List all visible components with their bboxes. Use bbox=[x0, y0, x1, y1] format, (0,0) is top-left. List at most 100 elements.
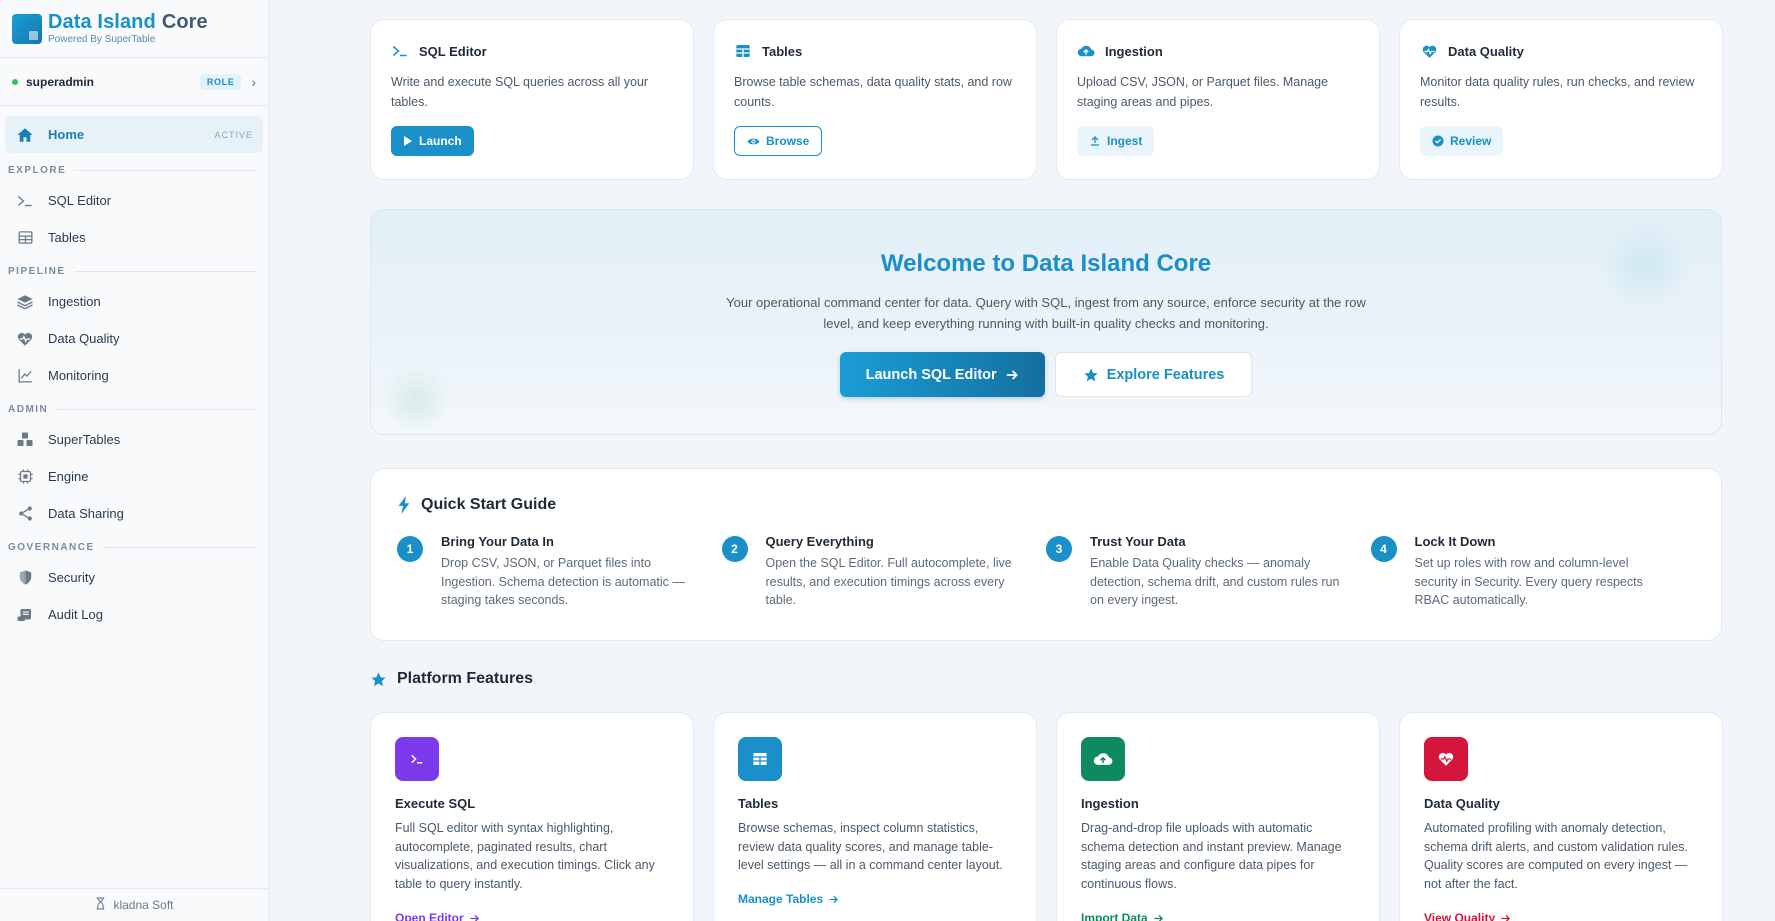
sidebar-item-tables[interactable]: Tables bbox=[5, 219, 263, 256]
quick-start-step: 1 Bring Your Data In Drop CSV, JSON, or P… bbox=[397, 534, 722, 610]
button-label: Explore Features bbox=[1106, 366, 1225, 383]
brand-name-suffix: Core bbox=[161, 11, 208, 33]
feature-title: Ingestion bbox=[1081, 796, 1139, 811]
card-description: Monitor data quality rules, run checks, … bbox=[1420, 75, 1695, 109]
sidebar-item-label: Home bbox=[48, 127, 85, 142]
sidebar-item-audit-log[interactable]: Audit Log bbox=[5, 596, 263, 633]
section-title: Quick Start Guide bbox=[421, 496, 557, 513]
link-label: Open Editor bbox=[395, 911, 464, 921]
quick-start-step: 2 Query Everything Open the SQL Editor. F… bbox=[721, 534, 1047, 610]
brand-tagline: Powered By SuperTable bbox=[48, 34, 156, 45]
quick-action-card-data-quality[interactable]: Data Quality Monitor data quality rules,… bbox=[1399, 19, 1723, 180]
launch-sql-editor-button[interactable]: Launch SQL Editor bbox=[839, 352, 1045, 397]
brand-name: Data Island bbox=[48, 11, 156, 33]
sidebar-item-label: SuperTables bbox=[48, 432, 121, 447]
bolt-icon bbox=[397, 496, 411, 514]
view-quality-link[interactable]: View Quality bbox=[1424, 911, 1698, 921]
platform-features-heading: Platform Features bbox=[370, 670, 533, 688]
feature-title: Tables bbox=[738, 796, 779, 811]
open-editor-link[interactable]: Open Editor bbox=[395, 911, 669, 921]
hourglass-icon bbox=[94, 897, 107, 913]
shield-icon bbox=[15, 568, 35, 588]
feature-description: Automated profiling with anomaly detecti… bbox=[1424, 821, 1689, 891]
brand[interactable]: Data Island Core Powered By SuperTable bbox=[0, 0, 268, 58]
sidebar-item-label: Tables bbox=[48, 230, 86, 245]
step-number: 2 bbox=[721, 536, 748, 562]
feature-description: Browse schemas, inspect column statistic… bbox=[738, 821, 1003, 872]
arrow-right-icon bbox=[1500, 913, 1511, 921]
cpu-icon bbox=[15, 467, 35, 487]
cloud-upload-icon bbox=[1077, 42, 1095, 60]
sidebar-item-data-quality[interactable]: Data Quality bbox=[5, 320, 263, 357]
step-description: Set up roles with row and column-level s… bbox=[1414, 556, 1643, 607]
quick-action-card-tables[interactable]: Tables Browse table schemas, data qualit… bbox=[713, 19, 1037, 180]
upload-icon bbox=[1089, 135, 1101, 147]
quick-action-card-sql-editor[interactable]: SQL Editor Write and execute SQL queries… bbox=[370, 19, 694, 180]
layers-icon bbox=[15, 292, 35, 312]
heart-pulse-icon bbox=[15, 329, 35, 349]
feature-title: Data Quality bbox=[1424, 796, 1500, 811]
eye-icon bbox=[747, 135, 760, 148]
arrow-right-icon bbox=[1005, 368, 1019, 382]
sidebar-item-security[interactable]: Security bbox=[5, 559, 263, 596]
feature-card-data-quality[interactable]: Data Quality Automated profiling with an… bbox=[1399, 712, 1723, 921]
hero-title: Welcome to Data Island Core bbox=[880, 250, 1212, 277]
sidebar-item-home[interactable]: Home ACTIVE bbox=[5, 116, 263, 153]
card-description: Upload CSV, JSON, or Parquet files. Mana… bbox=[1077, 75, 1329, 109]
step-description: Open the SQL Editor. Full autocomplete, … bbox=[765, 556, 1012, 607]
section-title: Platform Features bbox=[397, 670, 534, 687]
terminal-icon bbox=[395, 737, 439, 781]
card-description: Browse table schemas, data quality stats… bbox=[734, 75, 1012, 109]
line-chart-icon bbox=[15, 366, 35, 386]
welcome-hero: Welcome to Data Island Core Your operati… bbox=[370, 209, 1722, 435]
sidebar-item-supertables[interactable]: SuperTables bbox=[5, 421, 263, 458]
sidebar-item-ingestion[interactable]: Ingestion bbox=[5, 283, 263, 320]
button-label: Review bbox=[1450, 134, 1492, 148]
sidebar-item-label: Security bbox=[48, 570, 95, 585]
role-badge: ROLE bbox=[199, 73, 242, 90]
import-data-link[interactable]: Import Data bbox=[1081, 911, 1355, 921]
launch-button[interactable]: Launch bbox=[391, 126, 474, 156]
sidebar-item-monitoring[interactable]: Monitoring bbox=[5, 357, 263, 394]
sidebar-item-data-sharing[interactable]: Data Sharing bbox=[5, 495, 263, 532]
quick-action-card-ingestion[interactable]: Ingestion Upload CSV, JSON, or Parquet f… bbox=[1056, 19, 1380, 180]
feature-card-tables[interactable]: Tables Browse schemas, inspect column st… bbox=[713, 712, 1037, 921]
sidebar-item-sql-editor[interactable]: SQL Editor bbox=[5, 182, 263, 219]
hero-description: Your operational command center for data… bbox=[726, 295, 1366, 331]
feature-card-execute-sql[interactable]: Execute SQL Full SQL editor with syntax … bbox=[370, 712, 694, 921]
sidebar-footer: kladna Soft bbox=[0, 888, 268, 921]
cubes-icon bbox=[15, 430, 35, 450]
active-tag: ACTIVE bbox=[214, 129, 253, 140]
chevron-right-icon[interactable]: › bbox=[251, 74, 256, 90]
manage-tables-link[interactable]: Manage Tables bbox=[738, 892, 1012, 906]
link-label: View Quality bbox=[1424, 911, 1496, 921]
table-icon bbox=[734, 42, 752, 60]
heart-pulse-icon bbox=[1420, 42, 1438, 60]
step-title: Query Everything bbox=[765, 534, 874, 549]
button-label: Launch bbox=[419, 134, 462, 148]
sidebar-item-label: Data Quality bbox=[48, 331, 120, 346]
card-title: SQL Editor bbox=[419, 43, 487, 59]
table-icon bbox=[15, 228, 35, 248]
share-icon bbox=[15, 504, 35, 524]
online-status-dot bbox=[12, 78, 18, 85]
arrow-right-icon bbox=[1153, 913, 1164, 921]
card-title: Data Quality bbox=[1448, 43, 1524, 59]
section-pipeline: PIPELINE bbox=[5, 260, 263, 283]
card-title: Tables bbox=[762, 43, 803, 59]
ingest-button[interactable]: Ingest bbox=[1077, 126, 1155, 156]
check-circle-icon bbox=[1432, 135, 1444, 147]
browse-button[interactable]: Browse bbox=[734, 126, 823, 156]
review-button[interactable]: Review bbox=[1420, 126, 1504, 156]
terminal-icon bbox=[15, 191, 35, 211]
table-icon bbox=[738, 737, 782, 781]
feature-card-ingestion[interactable]: Ingestion Drag-and-drop file uploads wit… bbox=[1056, 712, 1380, 921]
sidebar-item-engine[interactable]: Engine bbox=[5, 458, 263, 495]
explore-features-button[interactable]: Explore Features bbox=[1054, 352, 1253, 397]
button-label: Launch SQL Editor bbox=[865, 366, 997, 383]
feature-title: Execute SQL bbox=[395, 796, 476, 811]
star-icon bbox=[370, 671, 387, 688]
user-menu[interactable]: superadmin ROLE › bbox=[0, 58, 268, 106]
section-admin: ADMIN bbox=[5, 398, 263, 421]
card-description: Write and execute SQL queries across all… bbox=[391, 75, 649, 109]
